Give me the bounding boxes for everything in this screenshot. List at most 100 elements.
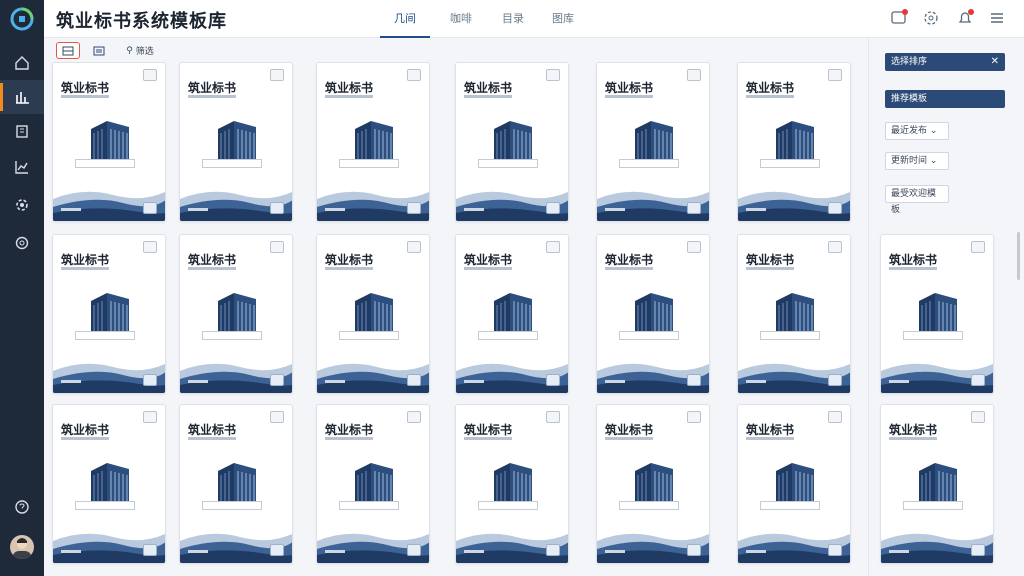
card-logo-icon [687,544,701,556]
list-view-button[interactable] [88,42,110,59]
card-subtitle-line [605,95,653,98]
template-card[interactable]: 筑业标书 [316,234,430,394]
card-title: 筑业标书 [464,81,513,95]
card-wave-decoration [53,181,165,221]
building-icon [83,285,139,337]
avatar[interactable] [10,535,34,559]
card-title: 筑业标书 [464,253,513,267]
template-card[interactable]: 筑业标书 [455,62,569,222]
card-wave-decoration [738,181,850,221]
template-card[interactable]: 筑业标书 [596,62,710,222]
card-title: 筑业标书 [325,81,374,95]
template-card[interactable]: 筑业标书 [316,62,430,222]
chevron-down-icon: ⌄ [929,126,938,136]
building-icon [911,285,967,337]
settings-icon[interactable] [922,9,940,27]
tab-1[interactable]: 几间 [380,10,430,38]
sidebar-item-cog[interactable] [0,226,44,260]
recommended-button[interactable]: 推荐模板 [885,90,1005,108]
close-icon[interactable]: ✕ [991,53,999,71]
filter-button[interactable]: ⚲ 筛选 [118,42,162,59]
app-logo[interactable] [10,7,34,31]
card-info-bar [202,159,262,168]
card-footer-text [188,550,208,553]
template-card[interactable]: 筑业标书 [52,62,166,222]
card-footer-text [464,208,484,211]
grid-view-button[interactable] [56,42,80,59]
template-card[interactable]: 筑业标书 [880,404,994,564]
message-icon[interactable] [890,9,908,27]
building-icon [768,113,824,165]
tab-4[interactable]: 图库 [538,10,588,38]
sidebar-item-gear[interactable] [0,188,44,222]
card-logo-icon [143,202,157,214]
card-subtitle-line [325,437,373,440]
menu-icon[interactable] [988,9,1006,27]
notification-dot [902,9,908,15]
card-title: 筑业标书 [61,81,110,95]
card-info-bar [339,159,399,168]
card-badge-icon [143,69,157,81]
template-card[interactable]: 筑业标书 [455,404,569,564]
card-wave-decoration [53,353,165,393]
card-wave-decoration [597,353,709,393]
building-icon [83,455,139,507]
card-info-bar [903,331,963,340]
card-title: 筑业标书 [605,81,654,95]
card-info-bar [619,501,679,510]
card-badge-icon [971,241,985,253]
card-footer-text [325,550,345,553]
sidebar-item-building[interactable] [0,114,44,148]
card-subtitle-line [605,267,653,270]
template-card[interactable]: 筑业标书 [316,404,430,564]
building-icon [83,113,139,165]
card-title: 筑业标书 [325,423,374,437]
sidebar-item-home[interactable] [0,46,44,80]
card-subtitle-line [325,95,373,98]
card-subtitle-line [464,437,512,440]
card-title: 筑业标书 [188,81,237,95]
card-logo-icon [828,544,842,556]
tab-2[interactable]: 咖啡 [436,10,486,38]
scrollbar[interactable] [1017,232,1020,280]
gear-icon [16,199,28,211]
card-logo-icon [407,544,421,556]
notification-dot [968,9,974,15]
template-card[interactable]: 筑业标书 [596,404,710,564]
card-title: 筑业标书 [325,253,374,267]
template-card[interactable]: 筑业标书 [52,234,166,394]
sidebar-item-help[interactable] [0,490,44,524]
sort-select-2[interactable]: 更新时间 ⌄ [885,152,949,170]
card-footer-text [746,380,766,383]
card-subtitle-line [889,437,937,440]
view-toolbar: ⚲ 筛选 [44,38,868,62]
card-subtitle-line [325,267,373,270]
card-logo-icon [270,374,284,386]
card-badge-icon [270,241,284,253]
template-card[interactable]: 筑业标书 [52,404,166,564]
card-wave-decoration [180,353,292,393]
sidebar-item-chart[interactable] [0,150,44,184]
template-card[interactable]: 筑业标书 [179,404,293,564]
sort-select-1[interactable]: 最近发布 ⌄ [885,122,949,140]
tab-3[interactable]: 目录 [488,10,538,38]
template-card[interactable]: 筑业标书 [179,234,293,394]
template-card[interactable]: 筑业标书 [737,62,851,222]
template-card[interactable]: 筑业标书 [737,404,851,564]
bell-icon[interactable] [956,9,974,27]
template-card[interactable]: 筑业标书 [880,234,994,394]
sidebar-item-stats[interactable] [0,80,44,114]
template-card[interactable]: 筑业标书 [179,62,293,222]
active-filter-chip[interactable]: 选择排序 ✕ [885,53,1005,71]
template-grid: 筑业标书 筑业标书 筑业标书 筑业标书 筑业标书 筑业标书 筑业标书 筑业标书 筑业标书 筑业标书… [44,60,868,576]
popular-filter[interactable]: 最受欢迎模板 [885,185,949,215]
card-badge-icon [407,411,421,423]
card-logo-icon [407,202,421,214]
template-card[interactable]: 筑业标书 [737,234,851,394]
sort-select-2-label: 更新时间 [891,156,928,166]
card-info-bar [478,501,538,510]
template-card[interactable]: 筑业标书 [455,234,569,394]
card-footer-text [605,208,625,211]
template-card[interactable]: 筑业标书 [596,234,710,394]
card-footer-text [61,380,81,383]
